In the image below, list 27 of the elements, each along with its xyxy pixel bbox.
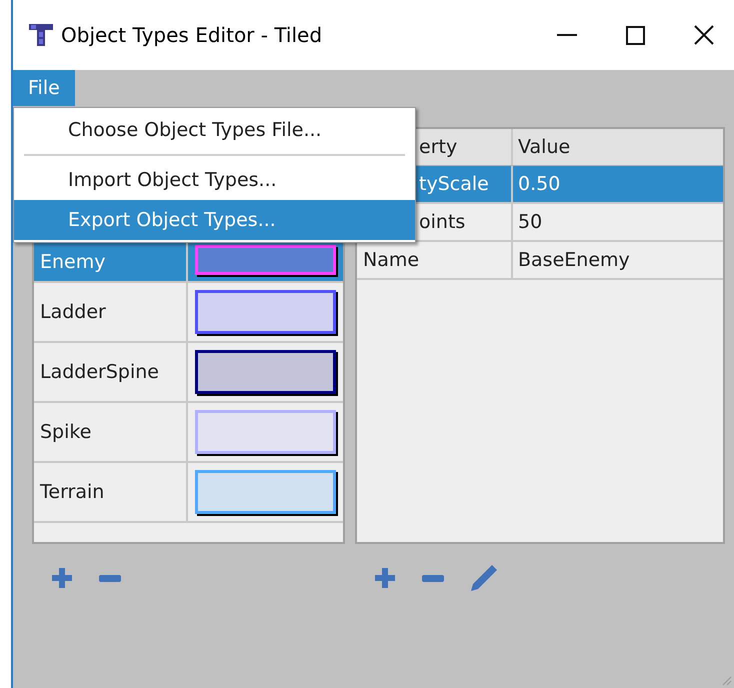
resize-grip-icon[interactable]	[722, 676, 732, 686]
property-value-cell[interactable]: BaseEnemy	[513, 242, 723, 278]
minimize-icon	[557, 34, 577, 36]
remove-icon[interactable]	[422, 574, 444, 582]
close-icon	[694, 25, 714, 45]
type-name-cell[interactable]: Enemy	[34, 243, 188, 281]
menu-item[interactable]: Export Object Types...	[14, 200, 415, 240]
app-logo-icon	[29, 24, 53, 46]
color-swatch[interactable]	[195, 410, 336, 454]
window-title: Object Types Editor - Tiled	[61, 22, 322, 49]
add-icon[interactable]	[374, 567, 396, 589]
color-swatch[interactable]	[195, 350, 336, 394]
maximize-icon	[626, 26, 644, 44]
remove-icon[interactable]	[99, 574, 121, 582]
column-header[interactable]: Value	[513, 129, 723, 165]
color-swatch[interactable]	[195, 470, 336, 514]
color-swatch[interactable]	[195, 290, 336, 334]
property-value-cell[interactable]: 50	[513, 204, 723, 240]
type-name-cell[interactable]: Ladder	[34, 283, 188, 341]
type-name-cell[interactable]: Spike	[34, 403, 188, 461]
color-swatch[interactable]	[195, 245, 336, 275]
type-name-cell[interactable]: Terrain	[34, 463, 188, 521]
type-name-cell[interactable]: LadderSpine	[34, 343, 188, 401]
file-menu[interactable]: File	[13, 70, 75, 106]
add-icon[interactable]	[51, 567, 73, 589]
property-value-cell[interactable]: 0.50	[513, 166, 723, 202]
pencil-icon[interactable]	[470, 564, 498, 592]
